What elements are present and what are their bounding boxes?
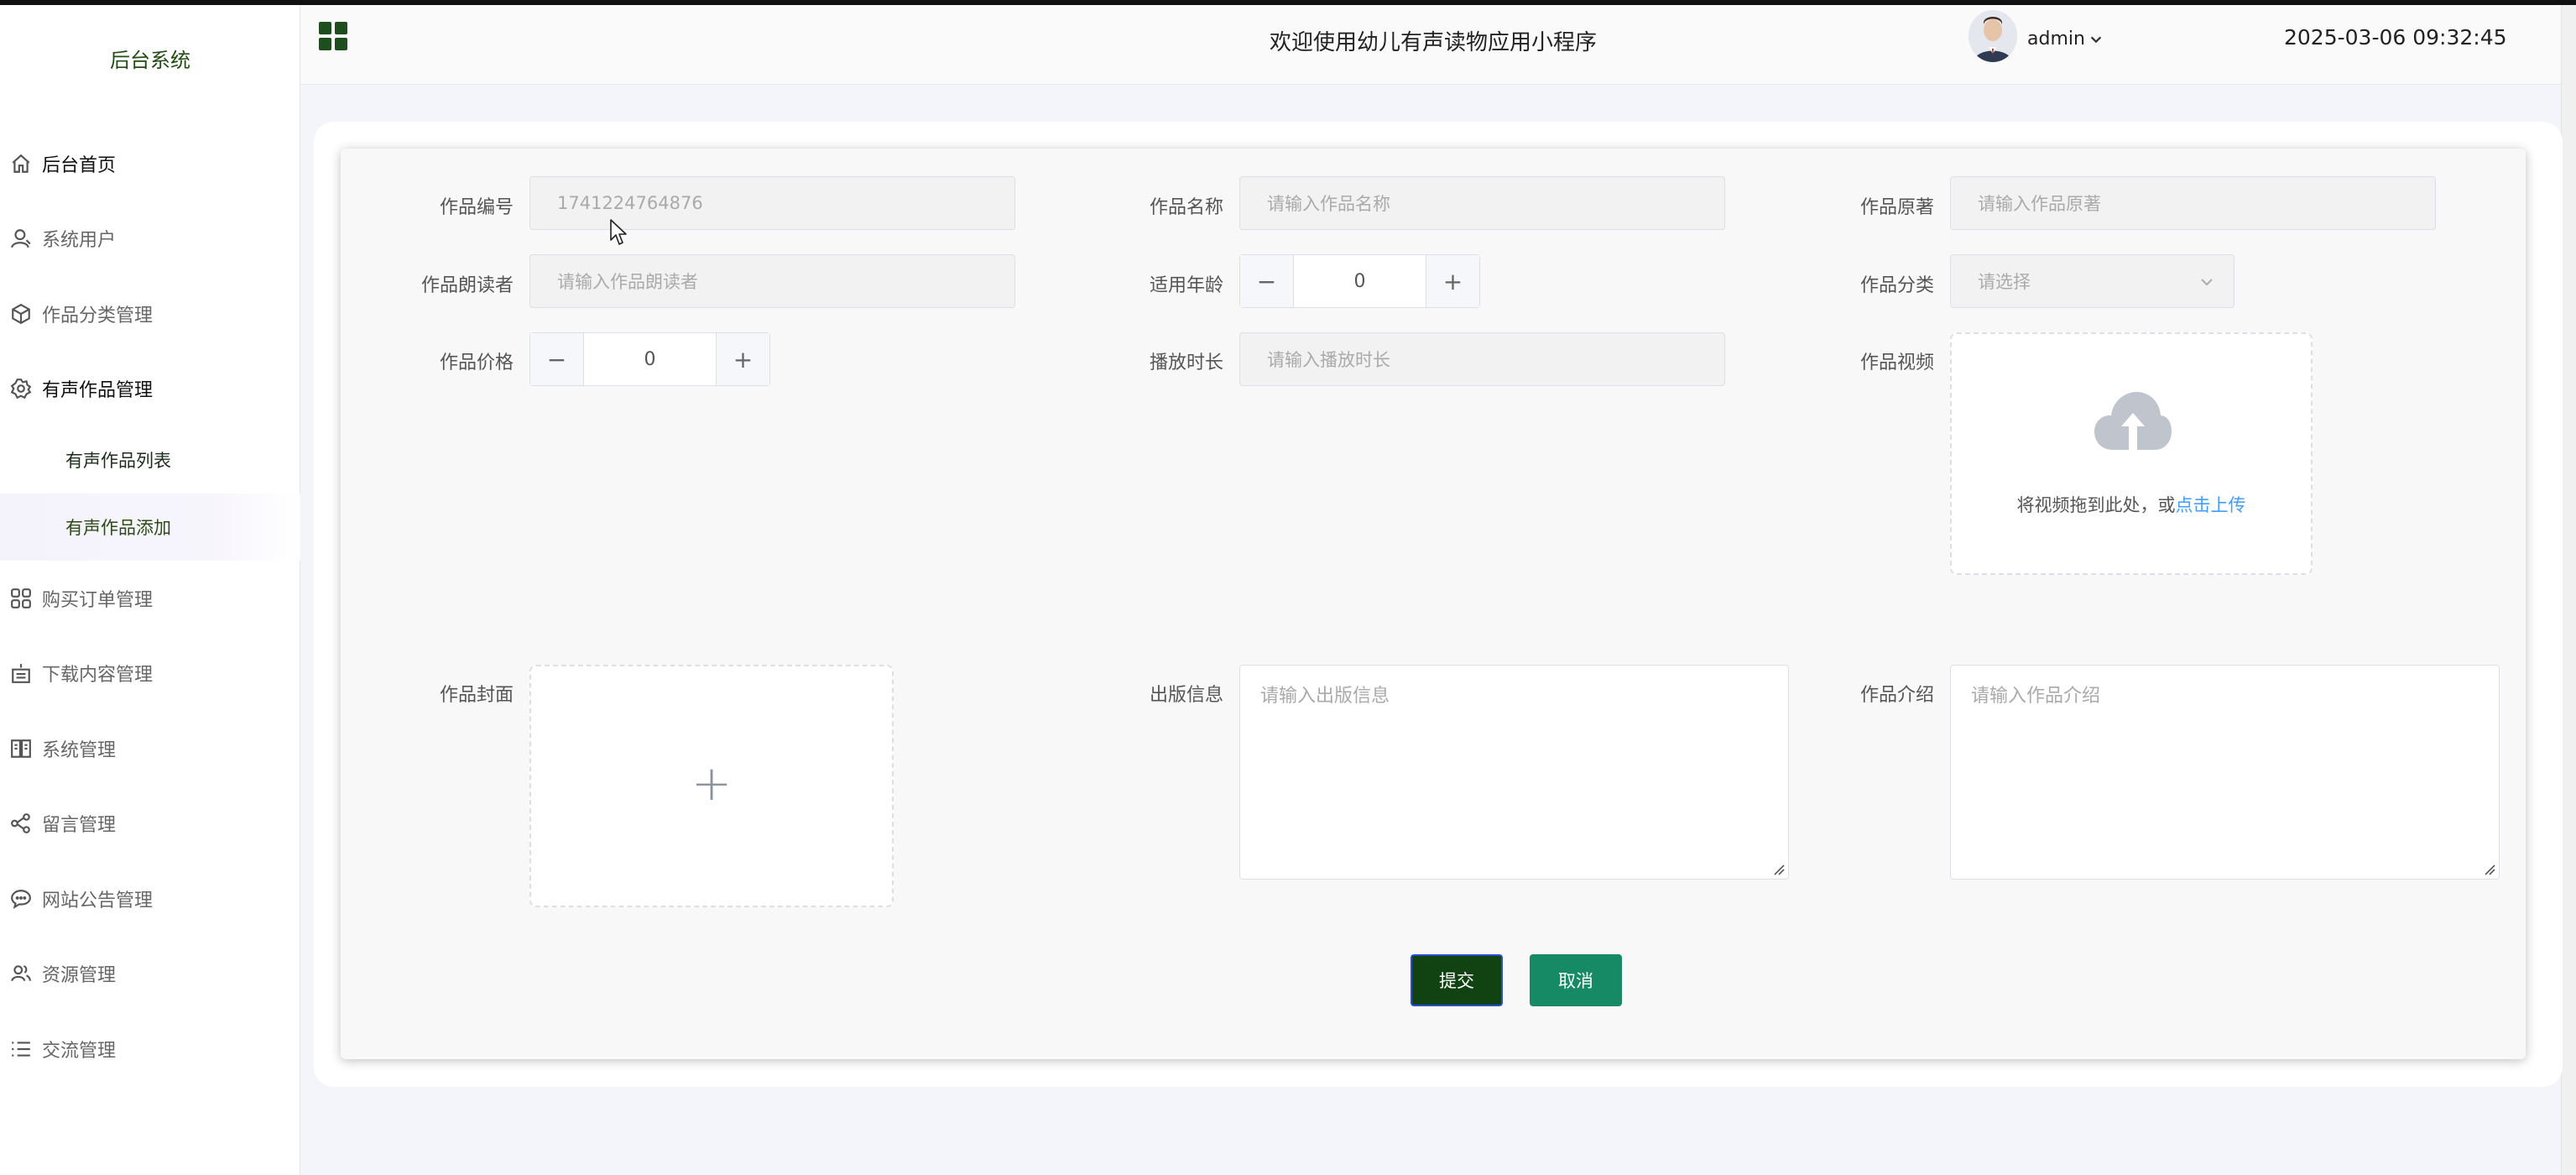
video-label: 作品视频 bbox=[1859, 352, 1934, 373]
age-stepper: − 0 + bbox=[1239, 254, 1480, 308]
current-datetime: 2025-03-06 09:32:45 bbox=[2284, 25, 2507, 50]
chat-icon bbox=[8, 886, 34, 911]
video-upload-dropzone[interactable]: 将视频拖到此处，或点击上传 bbox=[1950, 332, 2313, 575]
age-decrement-button[interactable]: − bbox=[1240, 255, 1294, 307]
submenu-item-works-list[interactable]: 有声作品列表 bbox=[0, 426, 300, 494]
submenu-item-works-add[interactable]: 有声作品添加 bbox=[0, 494, 300, 561]
sidebar-item-label: 交流管理 bbox=[42, 1040, 117, 1062]
intro-placeholder: 请输入作品介绍 bbox=[1971, 686, 2101, 707]
sidebar-item-label: 资源管理 bbox=[42, 965, 117, 987]
cube-icon bbox=[8, 301, 34, 326]
price-value[interactable]: 0 bbox=[584, 333, 716, 385]
click-upload-link[interactable]: 点击上传 bbox=[2176, 495, 2246, 515]
vertical-scrollbar[interactable] bbox=[2561, 5, 2576, 1175]
user-icon bbox=[8, 226, 34, 251]
sidebar-item-category[interactable]: 作品分类管理 bbox=[0, 276, 300, 352]
intro-textarea[interactable]: 请输入作品介绍 bbox=[1950, 665, 2500, 880]
page-welcome-title: 欢迎使用幼儿有声读物应用小程序 bbox=[1269, 30, 1597, 55]
resize-handle-icon[interactable] bbox=[2484, 864, 2495, 875]
sidebar-item-label: 下载内容管理 bbox=[42, 665, 154, 687]
plus-icon: + bbox=[691, 755, 733, 812]
name-label: 作品名称 bbox=[1149, 197, 1223, 218]
user-menu[interactable]: admin bbox=[2027, 29, 2104, 50]
sidebar-item-messages[interactable]: 留言管理 bbox=[0, 786, 300, 862]
sidebar-item-home[interactable]: 后台首页 bbox=[0, 126, 300, 201]
submit-button[interactable]: 提交 bbox=[1411, 954, 1503, 1006]
resize-handle-icon[interactable] bbox=[1773, 864, 1785, 875]
code-input[interactable]: 1741224764876 bbox=[529, 176, 1015, 230]
price-label: 作品价格 bbox=[439, 352, 514, 373]
publish-textarea[interactable]: 请输入出版信息 bbox=[1239, 665, 1789, 880]
author-label: 作品原著 bbox=[1859, 197, 1934, 218]
age-value[interactable]: 0 bbox=[1294, 255, 1426, 307]
price-stepper: − 0 + bbox=[529, 332, 770, 386]
publish-label: 出版信息 bbox=[1149, 685, 1223, 706]
sidebar-item-label: 购买订单管理 bbox=[42, 589, 154, 611]
cancel-button[interactable]: 取消 bbox=[1530, 954, 1622, 1006]
book-icon bbox=[8, 736, 34, 761]
sidebar-item-system-users[interactable]: 系统用户 bbox=[0, 201, 300, 277]
sidebar-item-label: 作品分类管理 bbox=[42, 305, 154, 326]
duration-label: 播放时长 bbox=[1149, 352, 1223, 373]
mouse-cursor-icon bbox=[610, 219, 627, 245]
code-label: 作品编号 bbox=[439, 197, 514, 218]
sidebar-item-downloads[interactable]: 下载内容管理 bbox=[0, 636, 300, 712]
price-increment-button[interactable]: + bbox=[716, 333, 769, 385]
video-upload-hint: 将视频拖到此处，或点击上传 bbox=[2016, 495, 2246, 515]
sidebar-item-label: 后台首页 bbox=[42, 154, 117, 176]
sidebar-item-resources[interactable]: 资源管理 bbox=[0, 937, 300, 1012]
share-icon bbox=[8, 811, 34, 836]
publish-placeholder: 请输入出版信息 bbox=[1260, 686, 1390, 707]
chevron-down-icon bbox=[2201, 279, 2213, 286]
sidebar-menu: 后台首页 系统用户 作品分类管理 有声作品管理 有声作品列表 有声作品添加 购买… bbox=[0, 126, 300, 1087]
intro-label: 作品介绍 bbox=[1859, 685, 1934, 706]
cloud-upload-icon bbox=[2094, 392, 2172, 450]
username: admin bbox=[2027, 29, 2085, 50]
sidebar-item-label: 系统用户 bbox=[42, 230, 117, 252]
category-select[interactable]: 请选择 bbox=[1950, 254, 2234, 308]
reader-label: 作品朗读者 bbox=[420, 275, 514, 296]
cover-upload[interactable]: + bbox=[529, 665, 894, 907]
sidebar-item-orders[interactable]: 购买订单管理 bbox=[0, 561, 300, 636]
gear-icon bbox=[8, 376, 34, 401]
sidebar-item-works[interactable]: 有声作品管理 bbox=[0, 352, 300, 427]
box-icon bbox=[8, 661, 34, 686]
cover-label: 作品封面 bbox=[439, 685, 514, 706]
sidebar-item-label: 系统管理 bbox=[42, 739, 117, 761]
grid-icon bbox=[8, 586, 34, 611]
sidebar: 后台系统 后台首页 系统用户 作品分类管理 有声作品管理 有声作品列表 有声作品… bbox=[0, 0, 300, 1175]
sidebar-item-notices[interactable]: 网站公告管理 bbox=[0, 861, 300, 937]
chevron-down-icon bbox=[2090, 36, 2102, 43]
top-black-strip bbox=[0, 0, 2576, 5]
sidebar-item-label: 有声作品管理 bbox=[42, 380, 154, 402]
name-input[interactable]: 请输入作品名称 bbox=[1239, 176, 1725, 230]
author-input[interactable]: 请输入作品原著 bbox=[1950, 176, 2436, 230]
category-select-placeholder: 请选择 bbox=[1978, 272, 2031, 292]
sidebar-item-label: 网站公告管理 bbox=[42, 890, 154, 911]
reader-input[interactable]: 请输入作品朗读者 bbox=[529, 254, 1015, 308]
price-decrement-button[interactable]: − bbox=[530, 333, 584, 385]
sidebar-item-system[interactable]: 系统管理 bbox=[0, 711, 300, 786]
age-label: 适用年龄 bbox=[1149, 275, 1223, 296]
category-label: 作品分类 bbox=[1859, 275, 1934, 296]
home-icon bbox=[8, 151, 34, 176]
age-increment-button[interactable]: + bbox=[1426, 255, 1479, 307]
users-icon bbox=[8, 961, 34, 986]
menu-toggle-icon[interactable] bbox=[319, 22, 349, 52]
sidebar-item-exchange[interactable]: 交流管理 bbox=[0, 1011, 300, 1087]
avatar[interactable] bbox=[1969, 10, 2017, 62]
top-header: 欢迎使用幼儿有声读物应用小程序 admin 2025-03-06 09:32:4… bbox=[300, 5, 2566, 85]
brand-title: 后台系统 bbox=[110, 49, 190, 72]
sidebar-item-label: 留言管理 bbox=[42, 815, 117, 837]
list-icon bbox=[8, 1037, 34, 1062]
duration-input[interactable]: 请输入播放时长 bbox=[1239, 332, 1725, 386]
